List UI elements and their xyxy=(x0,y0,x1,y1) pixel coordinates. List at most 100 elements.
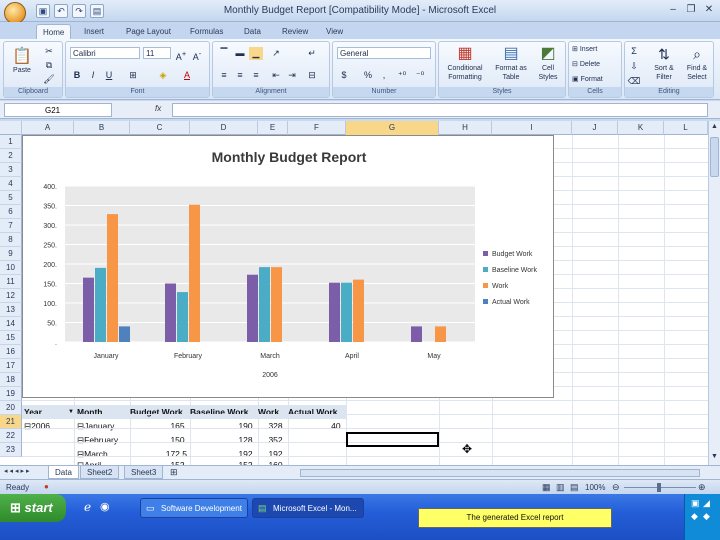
ie-icon[interactable]: ℯ xyxy=(84,500,91,514)
italic-icon[interactable]: I xyxy=(86,69,100,82)
row-header-5[interactable]: 5 xyxy=(0,191,22,205)
header-actual-work[interactable]: Actual Work xyxy=(288,405,346,419)
tray-icon[interactable]: ◆ xyxy=(703,511,710,522)
tab-home[interactable]: Home xyxy=(36,24,72,39)
shrink-font-icon[interactable]: A- xyxy=(190,47,204,62)
cell-year[interactable]: ⊟2006 xyxy=(22,419,74,433)
row-header-19[interactable]: 19 xyxy=(0,387,22,401)
cell-work[interactable]: 352. xyxy=(258,433,288,447)
font-color-icon[interactable]: A xyxy=(180,69,194,82)
column-header-d[interactable]: D xyxy=(190,121,258,135)
tab-data[interactable]: Data xyxy=(238,24,267,39)
row-header-10[interactable]: 10 xyxy=(0,261,22,275)
zoom-level[interactable]: 100% xyxy=(585,483,605,492)
row-header-15[interactable]: 15 xyxy=(0,331,22,345)
comma-icon[interactable]: , xyxy=(377,69,391,82)
number-format-select[interactable]: General xyxy=(337,47,431,59)
format-painter-icon[interactable]: 🖌 xyxy=(42,73,56,86)
tab-formulas[interactable]: Formulas xyxy=(184,24,229,39)
row-header-6[interactable]: 6 xyxy=(0,205,22,219)
minimize-icon[interactable]: – xyxy=(664,3,682,17)
row-header-7[interactable]: 7 xyxy=(0,219,22,233)
cell-work[interactable]: 192. xyxy=(258,447,288,461)
align-middle-icon[interactable]: ▬ xyxy=(233,47,247,60)
cell-baseline-work[interactable]: 190. xyxy=(190,419,258,433)
scroll-down-icon[interactable]: ▼ xyxy=(710,453,719,463)
zoom-out-icon[interactable]: ⊖ xyxy=(612,482,620,493)
chart-area[interactable]: Monthly Budget Report 400. 350. 300. 250. 200… xyxy=(22,135,554,398)
scroll-up-icon[interactable]: ▲ xyxy=(710,123,719,133)
copy-icon[interactable]: ⧉ xyxy=(42,59,56,72)
row-header-3[interactable]: 3 xyxy=(0,163,22,177)
close-icon[interactable]: ✕ xyxy=(700,3,718,17)
cell-month[interactable]: ⊟January xyxy=(74,419,130,433)
scroll-thumb[interactable] xyxy=(710,137,719,177)
row-header-8[interactable]: 8 xyxy=(0,233,22,247)
select-all[interactable] xyxy=(0,121,22,135)
normal-view-icon[interactable]: ▦ xyxy=(542,482,551,493)
cell-styles-button[interactable]: ◩ Cell Styles xyxy=(533,44,563,82)
tab-view[interactable]: View xyxy=(320,24,349,39)
underline-icon[interactable]: U xyxy=(102,69,116,82)
column-header-i[interactable]: I xyxy=(492,121,572,135)
borders-icon[interactable]: ⊞ xyxy=(126,69,140,82)
header-budget-work[interactable]: Budget Work xyxy=(130,405,190,419)
zoom-slider-thumb[interactable] xyxy=(657,483,661,492)
vertical-scrollbar[interactable]: ▲ ▼ xyxy=(708,121,720,465)
wrap-text-icon[interactable]: ↵ xyxy=(305,47,319,60)
align-center-icon[interactable]: ≡ xyxy=(233,69,247,82)
grow-font-icon[interactable]: A+ xyxy=(174,47,188,62)
autosum-icon[interactable]: Σ xyxy=(627,45,641,58)
fill-color-icon[interactable]: ◈ xyxy=(156,69,170,82)
row-header-23[interactable]: 23 xyxy=(0,443,22,457)
align-bottom-icon[interactable]: ▁ xyxy=(249,47,263,60)
orientation-icon[interactable]: ↗ xyxy=(269,47,283,60)
header-baseline-work[interactable]: Baseline Work xyxy=(190,405,258,419)
tray-icon[interactable]: ◆ xyxy=(691,511,698,522)
cell-baseline-work[interactable]: 192. xyxy=(190,447,258,461)
column-header-k[interactable]: K xyxy=(618,121,664,135)
cell-budget-work[interactable]: 172.5 xyxy=(130,447,190,461)
horizontal-scrollbar[interactable] xyxy=(300,469,700,477)
row-header-20[interactable]: 20 xyxy=(0,401,22,415)
column-header-b[interactable]: B xyxy=(74,121,130,135)
currency-icon[interactable]: $ xyxy=(337,69,351,82)
align-left-icon[interactable]: ≡ xyxy=(217,69,231,82)
row-header-12[interactable]: 12 xyxy=(0,289,22,303)
fill-icon[interactable]: ⇩ xyxy=(627,60,641,73)
volume-icon[interactable]: ◢ xyxy=(703,498,710,509)
insert-cells-button[interactable]: ⊞ Insert xyxy=(572,45,597,54)
align-right-icon[interactable]: ≡ xyxy=(249,69,263,82)
conditional-formatting-button[interactable]: ▦ Conditional Formatting xyxy=(441,44,489,82)
row-header-4[interactable]: 4 xyxy=(0,177,22,191)
macro-record-icon[interactable]: ● xyxy=(44,482,49,491)
restore-icon[interactable]: ❐ xyxy=(682,3,700,17)
page-layout-view-icon[interactable]: ▥ xyxy=(556,482,565,493)
decrease-indent-icon[interactable]: ⇤ xyxy=(269,69,283,82)
row-header-2[interactable]: 2 xyxy=(0,149,22,163)
row-header-17[interactable]: 17 xyxy=(0,359,22,373)
cell-actual-work[interactable]: . xyxy=(288,447,346,461)
column-header-l[interactable]: L xyxy=(664,121,708,135)
column-header-e[interactable]: E xyxy=(258,121,288,135)
font-size-select[interactable]: 11 xyxy=(143,47,171,59)
decrease-decimal-icon[interactable]: ⁻⁰ xyxy=(413,69,427,82)
row-header-11[interactable]: 11 xyxy=(0,275,22,289)
tab-page-layout[interactable]: Page Layout xyxy=(120,24,177,39)
sort-filter-button[interactable]: ⇅ Sort & Filter xyxy=(647,44,681,82)
sheet-nav-icon[interactable]: ◂◂◂▸▸ xyxy=(4,467,32,475)
cell-actual-work[interactable]: 40. xyxy=(288,419,346,433)
media-player-icon[interactable]: ◉ xyxy=(100,500,110,513)
increase-indent-icon[interactable]: ⇥ xyxy=(285,69,299,82)
cell-budget-work[interactable]: 150. xyxy=(130,433,190,447)
row-header-21[interactable]: 21 xyxy=(0,415,22,429)
cell-year[interactable] xyxy=(22,433,74,447)
cell-baseline-work[interactable]: 128. xyxy=(190,433,258,447)
row-header-13[interactable]: 13 xyxy=(0,303,22,317)
bold-icon[interactable]: B xyxy=(70,69,84,82)
cell-month[interactable]: ⊟March xyxy=(74,447,130,461)
cell-budget-work[interactable]: 165. xyxy=(130,419,190,433)
insert-sheet-icon[interactable]: ⊞ xyxy=(170,467,178,478)
task-excel[interactable]: Microsoft Excel - Mon... xyxy=(252,498,364,518)
column-header-f[interactable]: F xyxy=(288,121,346,135)
